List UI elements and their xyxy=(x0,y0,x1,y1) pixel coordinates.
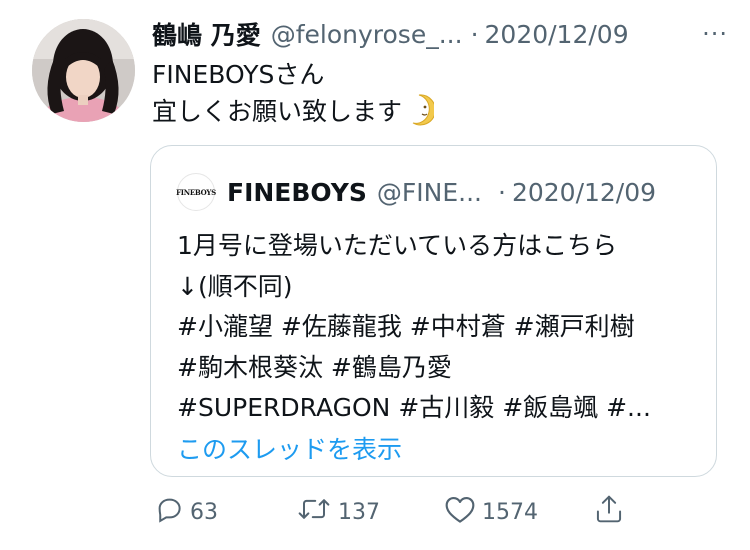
quoted-line: #SUPERDRAGON #古川毅 #飯島颯 #... xyxy=(177,393,651,422)
reply-count: 63 xyxy=(190,499,218,525)
retweet-icon xyxy=(296,494,338,530)
tweet-date[interactable]: 2020/12/09 xyxy=(485,20,629,49)
share-icon xyxy=(594,493,630,531)
quoted-author-avatar[interactable]: FINEBOYS xyxy=(176,173,216,211)
quoted-tweet-text: 1月号に登場いただいている方はこちら ↓(順不同) #小瀧望 #佐藤龍我 #中村… xyxy=(177,226,698,429)
reply-button[interactable]: 63 xyxy=(154,492,218,532)
quoted-line: #小瀧望 #佐藤龍我 #中村蒼 #瀬戸利樹 xyxy=(177,312,635,341)
reply-icon xyxy=(154,494,190,530)
quoted-author-handle[interactable]: @FINE... xyxy=(377,178,482,207)
quoted-header-separator: · xyxy=(498,177,506,207)
quoted-line: ↓(順不同) xyxy=(177,271,293,301)
retweet-button[interactable]: 137 xyxy=(296,492,380,532)
tweet-text: FINEBOYSさん 宜しくお願い致します xyxy=(152,56,436,136)
author-name[interactable]: 鶴嶋 乃愛 xyxy=(152,16,261,52)
heart-icon xyxy=(444,494,482,530)
tweet-line: 宜しくお願い致します xyxy=(152,97,403,126)
quoted-tweet-card[interactable]: FINEBOYS FINEBOYS @FINE... · 2020/12/09 … xyxy=(150,145,717,477)
tweet-line: FINEBOYSさん xyxy=(152,60,325,89)
header-separator: · xyxy=(470,19,479,49)
quoted-line: 1月号に登場いただいている方はこちら xyxy=(177,231,618,260)
tweet-actions-bar: 63 137 1574 xyxy=(150,492,630,532)
more-options-icon[interactable]: ··· xyxy=(702,20,728,48)
share-button[interactable] xyxy=(594,492,630,532)
crescent-moon-face-icon xyxy=(408,94,436,136)
like-button[interactable]: 1574 xyxy=(444,492,538,532)
tweet-header: 鶴嶋 乃愛 @felonyrose_... · 2020/12/09 ··· xyxy=(152,14,730,54)
quoted-author-name[interactable]: FINEBOYS xyxy=(227,178,367,207)
show-thread-link[interactable]: このスレッドを表示 xyxy=(177,430,402,466)
tweet-line-with-emoji: 宜しくお願い致します xyxy=(152,93,436,136)
quoted-line: #駒木根葵汰 #鶴島乃愛 xyxy=(177,352,452,382)
like-count: 1574 xyxy=(482,499,538,525)
quoted-tweet-date[interactable]: 2020/12/09 xyxy=(512,178,656,207)
quoted-tweet-header: FINEBOYS FINEBOYS @FINE... · 2020/12/09 xyxy=(176,172,696,212)
retweet-count: 137 xyxy=(338,499,380,525)
author-avatar[interactable] xyxy=(32,19,135,122)
author-handle[interactable]: @felonyrose_... xyxy=(271,20,463,49)
